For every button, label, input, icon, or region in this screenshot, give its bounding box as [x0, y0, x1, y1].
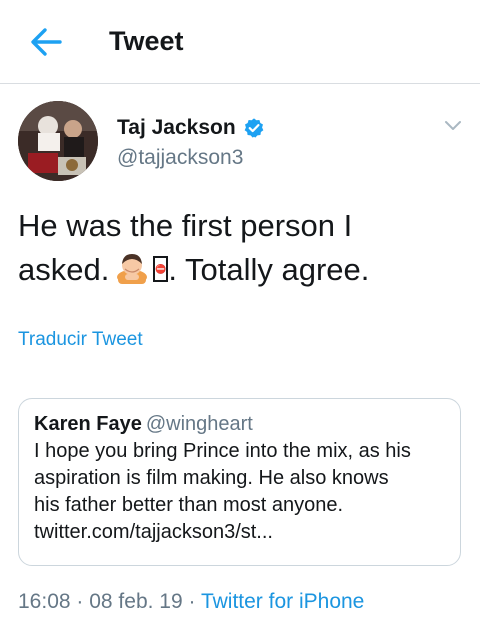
tweet-date: 08 feb. 19: [89, 590, 183, 613]
avatar[interactable]: [18, 101, 98, 181]
quoted-author-name: Karen Faye: [34, 413, 142, 435]
quoted-text-line: I hope you bring Prince into the mix, as…: [34, 440, 411, 462]
unsupported-glyph: ⛔: [153, 256, 169, 282]
quoted-text-line: aspiration is film making. He also knows: [34, 467, 389, 489]
tweet-time: 16:08: [18, 590, 71, 613]
chevron-down-icon[interactable]: [442, 114, 464, 136]
quoted-tweet-header: Karen Faye @wingheart: [34, 411, 445, 437]
tweet-meta: 16:08 · 08 feb. 19 · Twitter for iPhone: [18, 590, 364, 614]
page-title: Tweet: [109, 26, 184, 56]
verified-badge-icon: [244, 118, 264, 138]
translate-tweet-link[interactable]: Traducir Tweet: [18, 329, 143, 351]
tweet-text: He was the first person I asked. ⛔. Tota…: [18, 204, 468, 292]
author-row[interactable]: Taj Jackson: [117, 116, 265, 140]
tweet-source-link[interactable]: Twitter for iPhone: [201, 590, 364, 613]
quoted-text-line: his father better than most anyone.: [34, 494, 344, 516]
quoted-link: twitter.com/tajjackson3/st...: [34, 521, 273, 543]
profile-photo: [18, 101, 98, 181]
meta-separator: ·: [70, 590, 90, 613]
tweet-text-line-2-start: asked.: [18, 252, 110, 287]
tweet-text-line-1: He was the first person I: [18, 208, 353, 243]
tweet-text-line-2-end: . Totally agree.: [168, 252, 370, 287]
quoted-tweet-text: I hope you bring Prince into the mix, as…: [34, 438, 445, 546]
arrow-left-icon[interactable]: [24, 22, 68, 62]
author-handle[interactable]: @tajjackson3: [117, 146, 243, 170]
quoted-tweet[interactable]: Karen Faye @wingheart I hope you bring Pr…: [18, 398, 461, 566]
quoted-author-handle: @wingheart: [145, 413, 253, 435]
author-name[interactable]: Taj Jackson: [117, 116, 236, 140]
top-bar: Tweet: [0, 0, 480, 84]
meta-separator: ·: [182, 590, 201, 613]
person-bowing-icon: [117, 254, 148, 284]
